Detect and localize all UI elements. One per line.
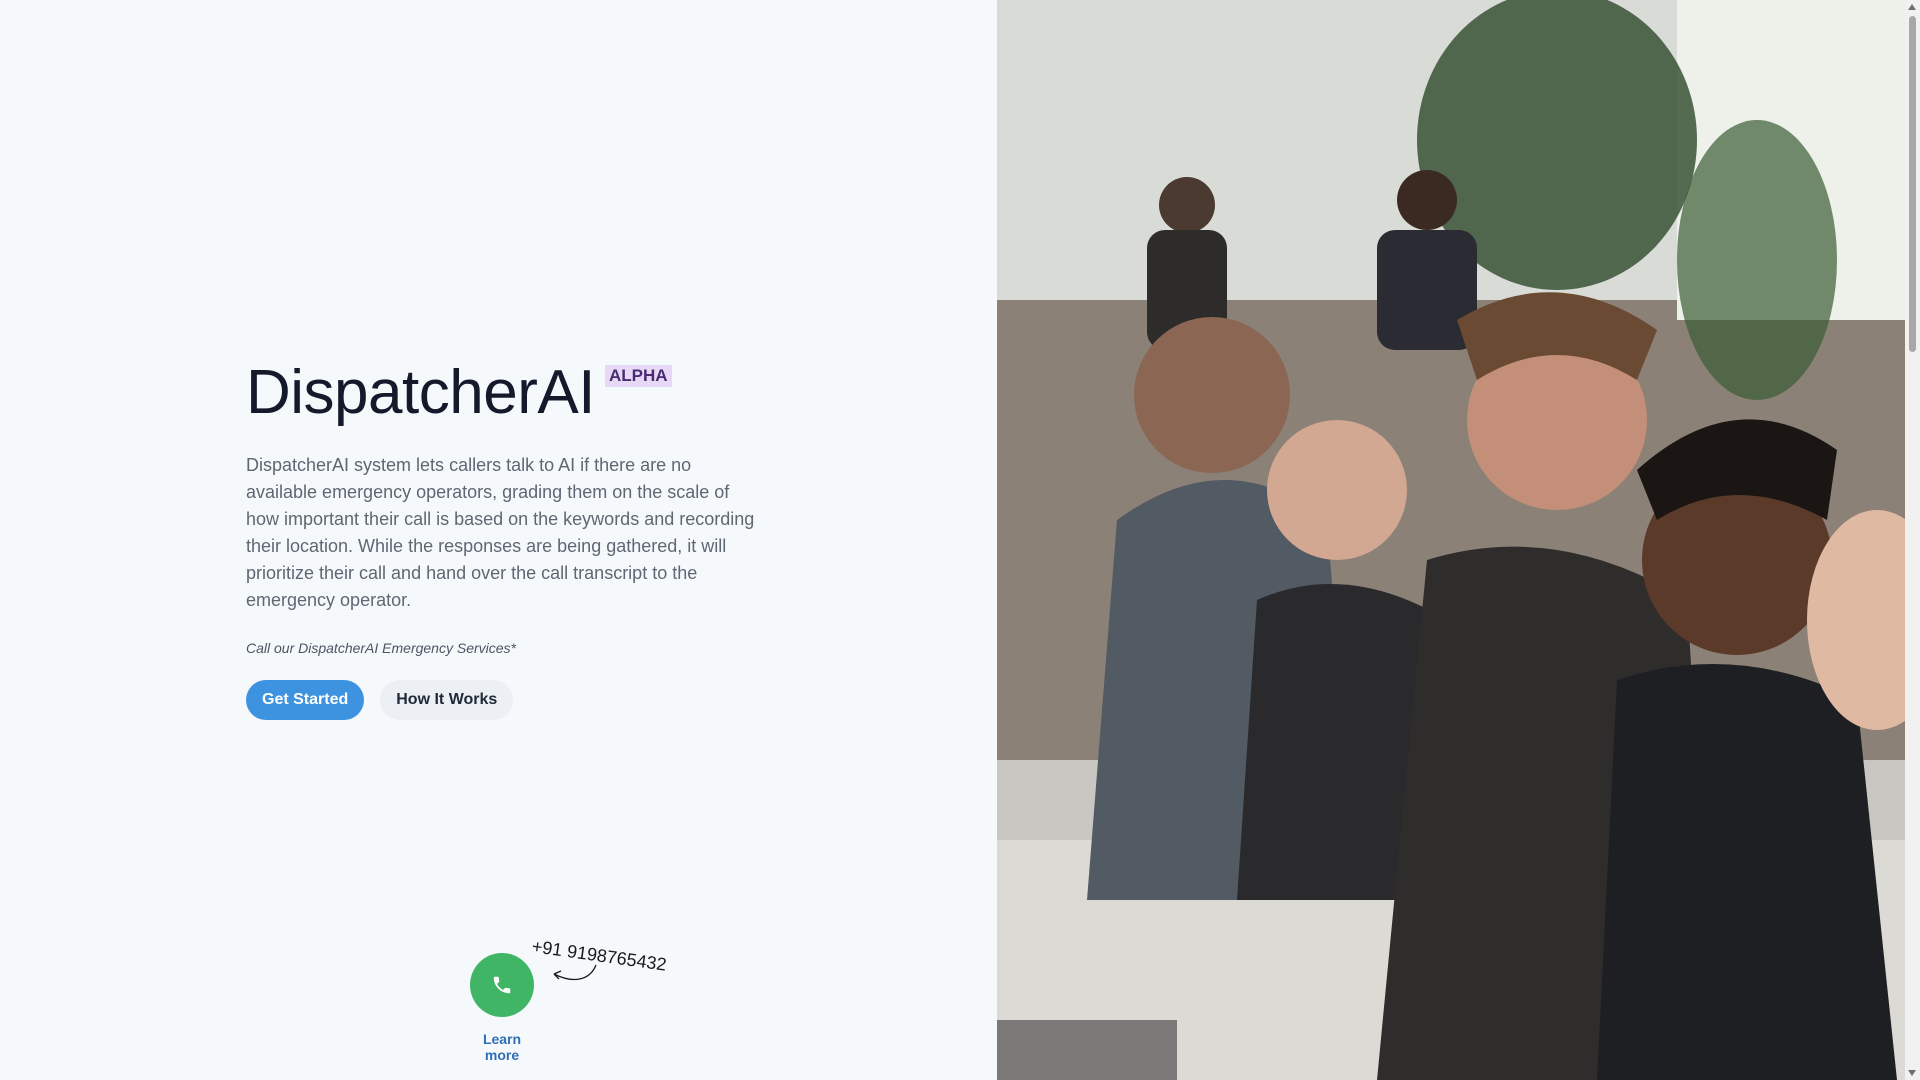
get-started-button[interactable]: Get Started: [246, 680, 365, 720]
scroll-thumb[interactable]: [1909, 16, 1916, 352]
page-title: DispatcherAI: [246, 358, 595, 427]
hero-section: DispatcherAI ALPHA DispatcherAI system l…: [246, 356, 776, 720]
scroll-up-arrow-icon[interactable]: [1908, 4, 1916, 10]
title-row: DispatcherAI ALPHA: [246, 356, 776, 430]
call-button[interactable]: [470, 953, 534, 1017]
call-center-photo: [997, 0, 1905, 1080]
hero-description: DispatcherAI system lets callers talk to…: [246, 455, 755, 610]
photo-illustration: [997, 0, 1905, 1080]
phone-icon: [493, 976, 511, 994]
scroll-down-arrow-icon[interactable]: [1908, 1070, 1916, 1076]
alpha-badge: ALPHA: [604, 365, 672, 387]
left-panel: DispatcherAI ALPHA DispatcherAI system l…: [0, 0, 997, 1080]
cta-buttons: Get Started How It Works: [246, 680, 776, 720]
learn-more-link[interactable]: Learn more: [466, 1031, 538, 1063]
curved-arrow-icon: [553, 964, 597, 981]
call-note: Call our DispatcherAI Emergency Services…: [246, 640, 516, 656]
vertical-scrollbar[interactable]: [1905, 0, 1920, 1080]
how-it-works-button[interactable]: How It Works: [380, 680, 514, 720]
